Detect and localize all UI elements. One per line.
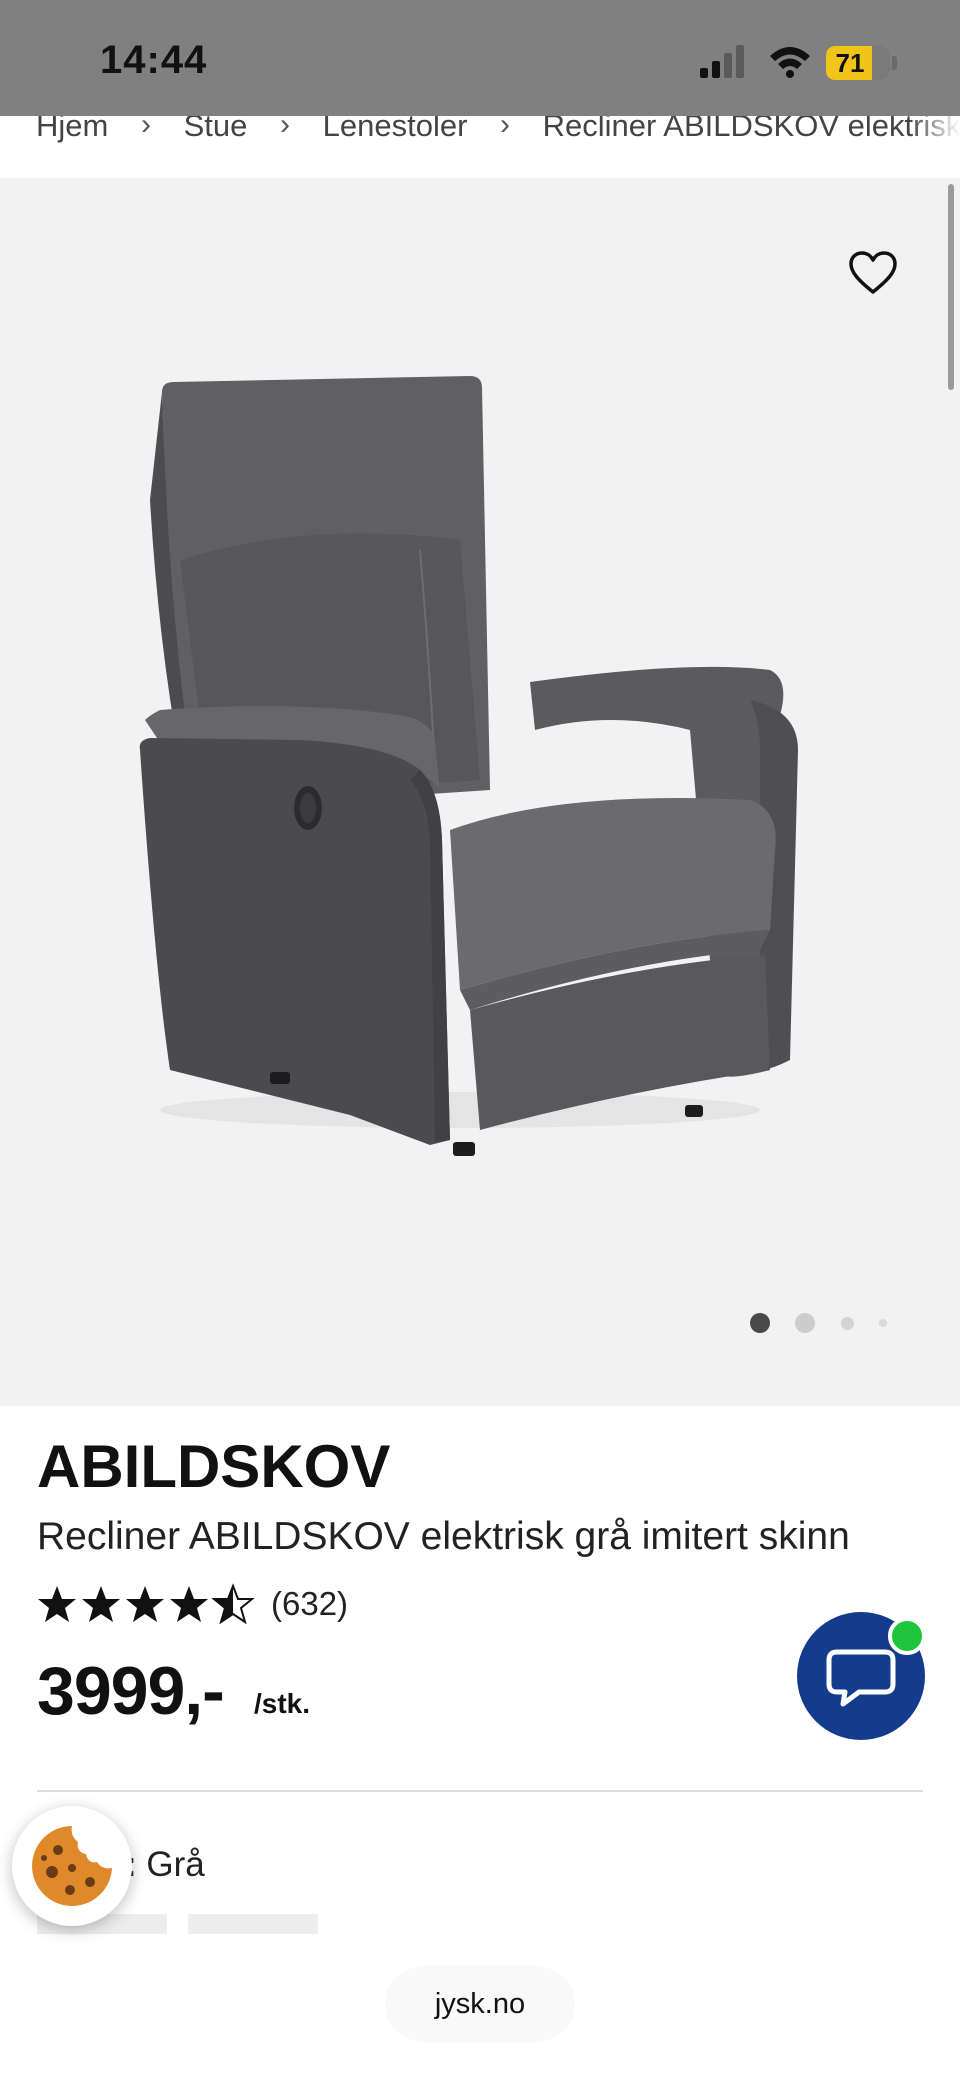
status-time: 14:44 xyxy=(100,38,208,82)
battery-indicator: 71 xyxy=(826,46,890,80)
color-swatch-placeholder[interactable] xyxy=(188,1914,318,1934)
product-name: Recliner ABILDSKOV elektrisk grå imitert… xyxy=(37,1515,850,1558)
browser-url-bar[interactable]: jysk.no xyxy=(385,1966,575,2042)
color-value: Grå xyxy=(146,1845,205,1884)
price-unit: /stk. xyxy=(254,1688,311,1719)
favorite-heart-icon[interactable] xyxy=(848,250,898,296)
wifi-icon xyxy=(770,47,810,78)
review-count[interactable]: (632) xyxy=(271,1585,348,1623)
status-bar: 14:44 71 xyxy=(0,0,960,116)
battery-tip xyxy=(892,56,897,70)
page-scrollbar[interactable] xyxy=(948,184,954,390)
rating-stars-icon xyxy=(38,1585,253,1623)
product-price: 3999,- xyxy=(37,1653,225,1729)
battery-level: 71 xyxy=(835,48,865,78)
gallery-dot[interactable] xyxy=(879,1319,887,1327)
cellular-signal-icon xyxy=(700,45,744,78)
section-divider xyxy=(37,1790,923,1792)
product-image-recliner xyxy=(139,376,798,1156)
gallery-dot[interactable] xyxy=(795,1313,815,1333)
cookie-settings-button[interactable] xyxy=(12,1806,132,1926)
product-brand: ABILDSKOV xyxy=(37,1433,391,1500)
online-indicator xyxy=(888,1617,926,1655)
gallery-dot-active[interactable] xyxy=(750,1313,770,1333)
gallery-dot[interactable] xyxy=(841,1317,854,1330)
cookie-icon xyxy=(32,1826,113,1906)
